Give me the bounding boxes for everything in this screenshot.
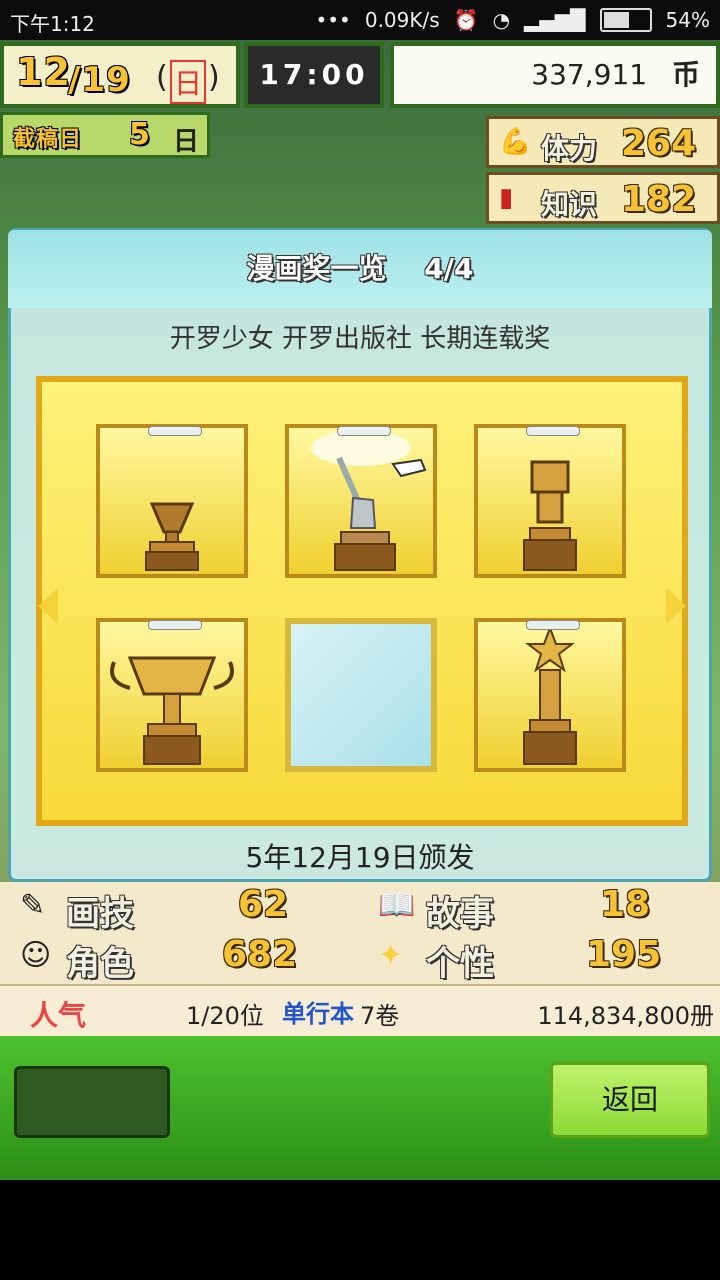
weekday-paren: ( bbox=[156, 60, 168, 95]
status-bar: 下午1:12 ••• 0.09K/s ⏰ ◔ ▂▄▆█ 54% bbox=[0, 0, 720, 40]
stamina-panel: 💪 体力 264 bbox=[486, 116, 720, 168]
previous-page-arrow[interactable] bbox=[38, 588, 58, 624]
trophy-slot-2[interactable] bbox=[285, 424, 437, 578]
disabled-button[interactable] bbox=[14, 1066, 170, 1138]
status-right: ••• 0.09K/s ⏰ ◔ ▂▄▆█ 54% bbox=[315, 8, 710, 32]
weekday-paren-close: ) bbox=[208, 60, 220, 95]
character-icon: ☺ bbox=[20, 938, 52, 973]
next-page-arrow[interactable] bbox=[666, 588, 686, 624]
net-speed: 0.09K/s bbox=[364, 8, 440, 32]
deadline-label: 截稿日 bbox=[13, 127, 83, 152]
copies-sold: 114,834,800册 bbox=[537, 1002, 714, 1030]
popularity-rank: 1/20位 bbox=[186, 1002, 264, 1030]
date-day: /19 bbox=[68, 60, 131, 100]
alarm-icon: ⏰ bbox=[453, 8, 479, 32]
drawing-label: 画技 bbox=[66, 894, 134, 934]
battery-percent: 54% bbox=[665, 8, 710, 32]
award-issued-date: 5年12月19日颁发 bbox=[245, 841, 475, 874]
slot-light bbox=[337, 426, 391, 436]
book-icon: ▮ bbox=[499, 183, 514, 213]
dialog-title-bar: 漫画奖一览 4/4 bbox=[8, 230, 712, 308]
silver-pen-trophy-icon bbox=[311, 430, 427, 571]
sparkle-icon: ✦ bbox=[378, 938, 404, 973]
deadline-panel: 截稿日 5 日 bbox=[0, 112, 210, 158]
money-value: 337,911 bbox=[531, 58, 648, 91]
personality-label: 个性 bbox=[426, 944, 494, 984]
trophy-slot-6[interactable] bbox=[474, 618, 626, 772]
slot-light bbox=[526, 426, 580, 436]
date-month: 12 bbox=[16, 50, 71, 94]
money-panel: 337,911 币 bbox=[390, 42, 720, 108]
battery-icon bbox=[599, 8, 652, 32]
date-weekday: 日 bbox=[170, 60, 207, 104]
trophy-slot-4[interactable] bbox=[96, 618, 248, 772]
bronze-cup-icon bbox=[145, 502, 199, 571]
stamina-label: 体力 bbox=[541, 132, 598, 165]
drawing-value: 62 bbox=[238, 884, 289, 925]
character-label: 角色 bbox=[66, 944, 134, 984]
star-tower-trophy-icon bbox=[523, 625, 577, 765]
volumes-label: 单行本 bbox=[282, 1000, 354, 1028]
story-label: 故事 bbox=[426, 894, 494, 934]
stamina-icon: 💪 bbox=[499, 127, 532, 157]
date-panel: 12 /19 ( 日 ) bbox=[0, 42, 240, 108]
slot-light bbox=[148, 620, 202, 630]
trophy-slot-1[interactable] bbox=[96, 424, 248, 578]
signal-icon: ▂▄▆█ bbox=[524, 8, 586, 32]
manga-stats-panel: ✎ 画技 62 📖 故事 18 ☺ 角色 682 ✦ 个性 195 bbox=[0, 882, 720, 984]
character-value: 682 bbox=[222, 934, 298, 975]
deadline-unit: 日 bbox=[173, 127, 200, 157]
pen-icon: ✎ bbox=[20, 888, 46, 923]
empty-trophy-slot[interactable] bbox=[285, 618, 437, 772]
open-book-icon: 📖 bbox=[378, 888, 416, 923]
award-subtitle: 开罗少女 开罗出版社 长期连载奖 bbox=[169, 324, 551, 354]
robot-trophy-icon bbox=[523, 460, 577, 571]
volumes-count: 7卷 bbox=[360, 1002, 400, 1030]
slot-light bbox=[148, 426, 202, 436]
currency-icon: 币 bbox=[671, 58, 700, 91]
popularity-bar: 人气 1/20位 单行本 7卷 114,834,800册 bbox=[0, 984, 720, 1036]
clock-display: 17:00 bbox=[244, 42, 384, 108]
personality-value: 195 bbox=[586, 934, 662, 975]
slot-light bbox=[526, 620, 580, 630]
wifi-icon: ◔ bbox=[492, 8, 511, 32]
knowledge-value: 182 bbox=[621, 179, 697, 220]
more-icon: ••• bbox=[315, 8, 351, 32]
back-button[interactable]: 返回 bbox=[550, 1062, 710, 1138]
story-value: 18 bbox=[600, 884, 651, 925]
knowledge-label: 知识 bbox=[541, 188, 598, 221]
trophy-slot-3[interactable] bbox=[474, 424, 626, 578]
dialog-title: 漫画奖一览 bbox=[246, 252, 387, 285]
stamina-value: 264 bbox=[621, 123, 697, 164]
popularity-label: 人气 bbox=[30, 999, 87, 1032]
dialog-page: 4/4 bbox=[424, 252, 474, 285]
status-time: 下午1:12 bbox=[10, 12, 95, 36]
gold-cup-icon bbox=[110, 656, 234, 765]
knowledge-panel: ▮ 知识 182 bbox=[486, 172, 720, 224]
deadline-value: 5 bbox=[129, 117, 151, 152]
